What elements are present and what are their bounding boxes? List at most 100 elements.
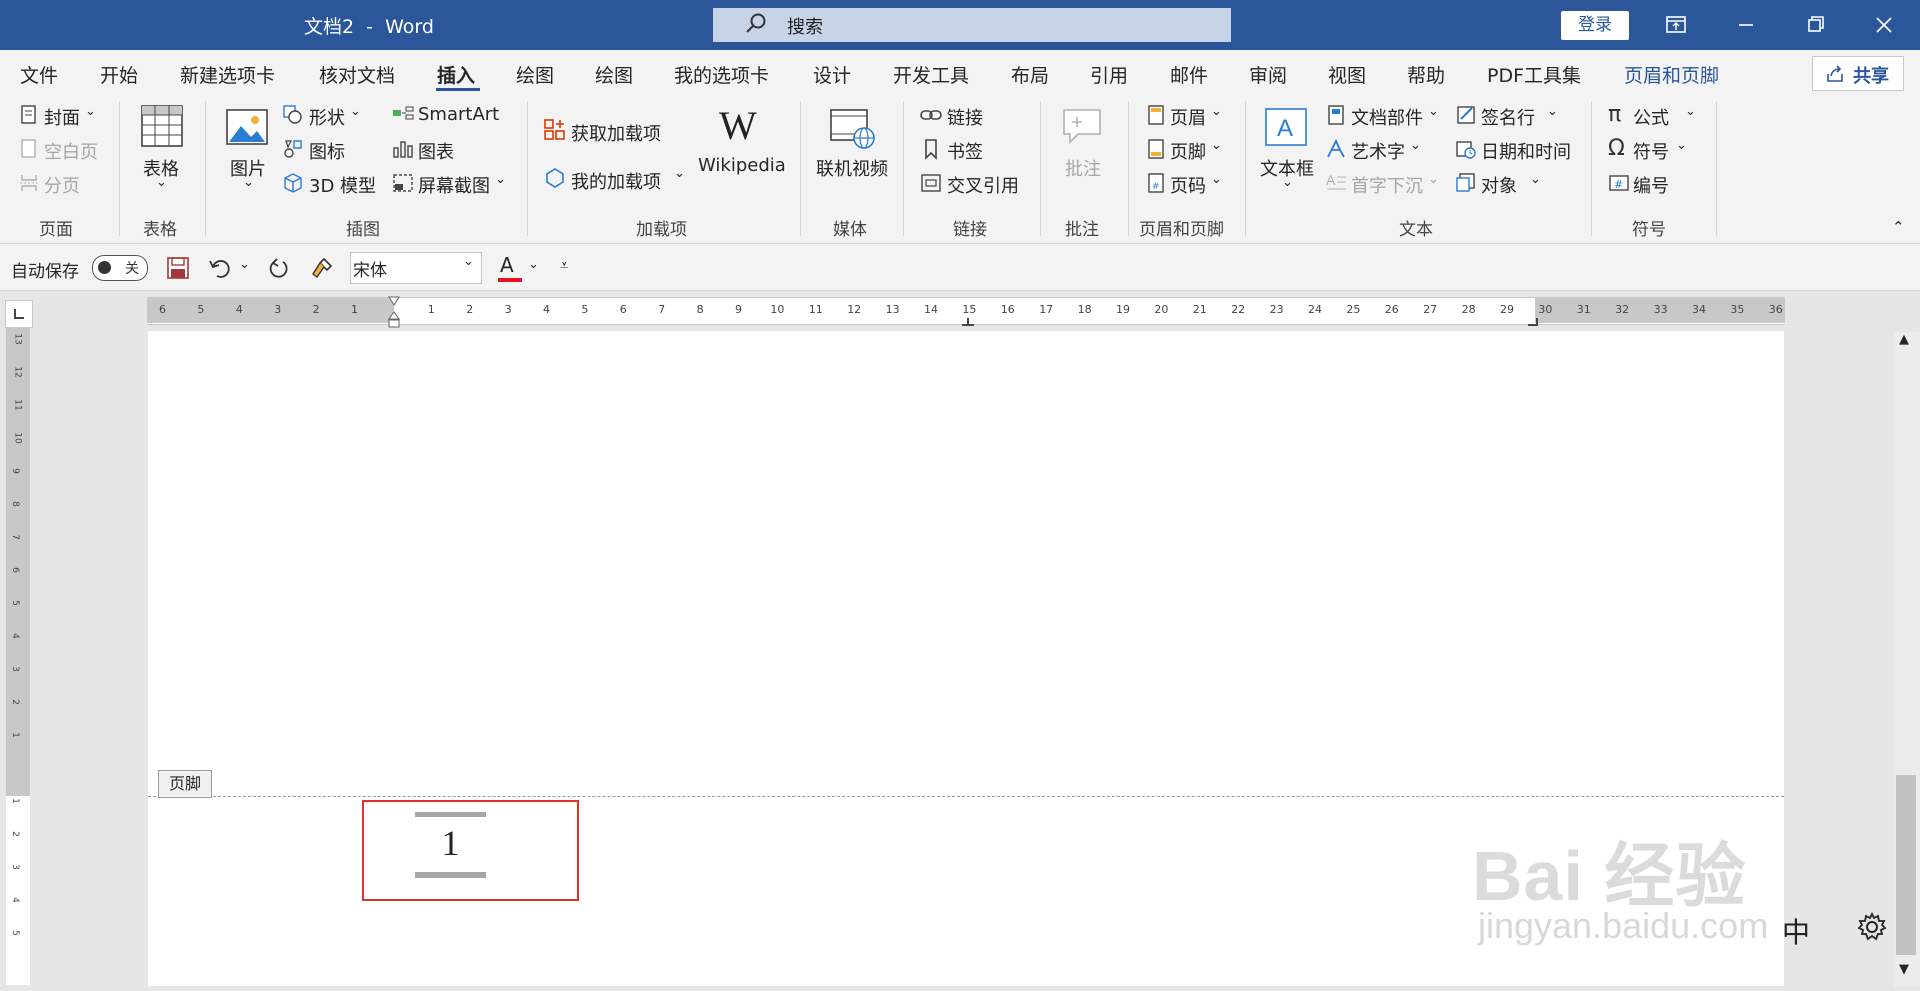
tab-stop-selector[interactable] [5, 300, 33, 328]
tab-review-doc[interactable]: 核对文档 [319, 61, 395, 88]
date-time-button[interactable]: 日期和时间 [1481, 138, 1571, 164]
scrollbar-thumb[interactable] [1896, 775, 1916, 955]
chevron-down-icon: ⌄ [1282, 175, 1293, 190]
tab-home[interactable]: 开始 [100, 61, 138, 88]
get-addins-button[interactable]: 获取加载项 [571, 120, 661, 146]
chevron-down-icon: ⌄ [1676, 138, 1687, 153]
redo-icon[interactable] [265, 255, 291, 281]
right-tab-marker[interactable] [1527, 317, 1541, 327]
object-icon [1456, 173, 1475, 192]
undo-dropdown-icon[interactable]: ⌄ [239, 257, 250, 272]
blank-page-icon [21, 139, 36, 158]
ruler-tick-label: 3 [9, 666, 20, 672]
group-separator [1716, 101, 1717, 236]
page-break-button[interactable]: 分页 [44, 172, 80, 198]
tab-review[interactable]: 审阅 [1249, 61, 1287, 88]
tab-new[interactable]: 新建选项卡 [180, 61, 275, 88]
header-button[interactable]: 页眉 [1170, 104, 1206, 130]
tab-file[interactable]: 文件 [20, 61, 58, 88]
footer-icon [1148, 139, 1164, 159]
cross-reference-button[interactable]: 交叉引用 [947, 172, 1019, 198]
ruler-tick-label: 2 [312, 303, 320, 316]
wikipedia-button[interactable]: Wikipedia [698, 155, 786, 176]
comment-button[interactable]: 批注 [1065, 155, 1101, 181]
tab-draw-2[interactable]: 绘图 [595, 61, 633, 88]
font-color-icon[interactable]: A [500, 253, 514, 277]
minimize-icon[interactable] [1724, 8, 1768, 42]
tab-header-footer[interactable]: 页眉和页脚 [1624, 61, 1719, 88]
symbol-button[interactable]: 符号 [1633, 138, 1669, 164]
footer-tag: 页脚 [158, 770, 212, 798]
tab-insert[interactable]: 插入 [437, 61, 475, 88]
ribbon-display-options-icon[interactable] [1654, 8, 1698, 42]
screenshot-button[interactable]: 屏幕截图 [418, 172, 490, 198]
login-button[interactable]: 登录 [1561, 11, 1629, 40]
blank-page-button[interactable]: 空白页 [44, 138, 98, 164]
icons-button[interactable]: 图标 [309, 138, 345, 164]
ruler-tick-label: 12 [12, 366, 23, 378]
chevron-down-icon: ⌄ [1685, 104, 1696, 119]
object-button[interactable]: 对象 [1481, 172, 1517, 198]
font-color-swatch [498, 278, 522, 282]
tab-design[interactable]: 设计 [813, 61, 851, 88]
footer-button[interactable]: 页脚 [1170, 138, 1206, 164]
cover-page-button[interactable]: 封面 [44, 104, 80, 130]
my-addins-button[interactable]: 我的加载项 [571, 168, 661, 194]
group-label-comments: 批注 [1065, 220, 1099, 240]
group-separator [1245, 101, 1246, 236]
collapse-ribbon-icon[interactable]: ⌃ [1892, 218, 1905, 236]
gear-icon[interactable] [1857, 912, 1887, 942]
header-icon [1148, 105, 1164, 125]
scroll-down-icon[interactable]: ▼ [1899, 962, 1909, 977]
quick-parts-button[interactable]: 文档部件 [1351, 104, 1423, 130]
bookmark-button[interactable]: 书签 [947, 138, 983, 164]
my-addins-icon [546, 168, 564, 188]
close-icon[interactable] [1862, 8, 1906, 42]
undo-icon[interactable] [207, 255, 233, 281]
restore-icon[interactable] [1794, 8, 1838, 42]
tab-view[interactable]: 视图 [1328, 61, 1366, 88]
tab-references[interactable]: 引用 [1090, 61, 1128, 88]
center-tab-marker[interactable] [961, 317, 975, 327]
format-painter-icon[interactable] [309, 255, 335, 281]
tab-my-tab[interactable]: 我的选项卡 [674, 61, 769, 88]
date-time-icon [1456, 141, 1476, 159]
chart-button[interactable]: 图表 [418, 138, 454, 164]
tab-mailings[interactable]: 邮件 [1170, 61, 1208, 88]
page-number[interactable]: 1 [438, 822, 463, 864]
customize-qat-icon[interactable]: ⩡ [560, 256, 568, 274]
share-label: 共享 [1853, 66, 1889, 87]
number-button[interactable]: 编号 [1633, 172, 1669, 198]
tab-pdf-tools[interactable]: PDF工具集 [1487, 61, 1581, 88]
drop-cap-button[interactable]: 首字下沉 [1351, 172, 1423, 198]
number-icon: # [1609, 175, 1629, 191]
ruler-tick-label: 15 [962, 303, 977, 316]
tab-layout[interactable]: 布局 [1011, 61, 1049, 88]
ruler-tick-label: 26 [1384, 303, 1399, 316]
ruler-tick-label: 7 [658, 303, 666, 316]
tab-help[interactable]: 帮助 [1407, 61, 1445, 88]
online-video-icon [830, 109, 875, 149]
share-button[interactable]: 共享 [1812, 56, 1904, 91]
shapes-button[interactable]: 形状 [309, 104, 345, 130]
group-separator [903, 101, 904, 236]
tab-draw[interactable]: 绘图 [516, 61, 554, 88]
ime-mode-indicator[interactable]: 中 [1782, 911, 1810, 951]
ruler-tick-label: 2 [9, 831, 20, 837]
tab-developer[interactable]: 开发工具 [893, 61, 969, 88]
ruler-tick-label: 17 [1039, 303, 1054, 316]
save-icon[interactable] [166, 256, 190, 280]
3d-model-button[interactable]: 3D 模型 [309, 172, 376, 198]
online-video-button[interactable]: 联机视频 [816, 155, 888, 181]
page-number-button[interactable]: 页码 [1170, 172, 1206, 198]
link-button[interactable]: 链接 [947, 104, 983, 130]
chevron-down-icon[interactable]: ⌄ [528, 257, 539, 272]
smartart-button[interactable]: SmartArt [418, 104, 499, 125]
ruler-tick-label: 18 [1077, 303, 1092, 316]
indent-marker[interactable] [387, 296, 401, 330]
wordart-button[interactable]: 艺术字 [1351, 138, 1405, 164]
equation-button[interactable]: 公式 [1633, 104, 1669, 130]
scroll-up-icon[interactable]: ▲ [1899, 332, 1909, 347]
signature-line-button[interactable]: 签名行 [1481, 104, 1535, 130]
autosave-toggle-knob [98, 261, 111, 274]
